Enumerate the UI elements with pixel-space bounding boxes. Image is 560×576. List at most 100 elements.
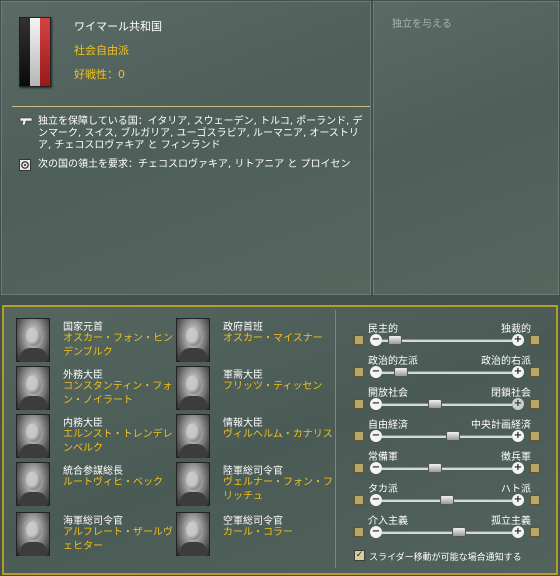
policy-slider-interventionism[interactable]: 介入主義 孤立主義 − + xyxy=(354,512,540,543)
policy-slider-left-right[interactable]: 政治的左派 政治的右派 − + xyxy=(354,352,540,383)
slider-left-box xyxy=(354,495,364,505)
plus-icon[interactable]: + xyxy=(512,462,524,474)
divider xyxy=(335,310,336,568)
minister-foreign[interactable]: 外務大臣 コンスタンティン・フォン・ノイラート xyxy=(16,366,172,412)
slider-knob[interactable] xyxy=(428,399,443,409)
slider-track[interactable] xyxy=(382,467,512,470)
minus-icon[interactable]: − xyxy=(370,430,382,442)
slider-left-label: 政治的左派 xyxy=(368,356,418,367)
minister-navy[interactable]: 海軍総司令官 アルフレート・ザールヴェヒター xyxy=(16,512,173,558)
portrait-icon xyxy=(16,512,50,556)
slider-right-label: ハト派 xyxy=(500,484,531,495)
minister-name: オスカー・マイスナー xyxy=(223,333,323,344)
pistol-icon xyxy=(19,116,33,130)
claims-text: 次の国の領土を要求：チェコスロヴァキア, リトアニア と プロイセン xyxy=(38,159,351,170)
minister-title: 軍需大臣 xyxy=(223,370,263,381)
notify-option[interactable]: ✓ スライダー移動が可能な場合通知する xyxy=(354,550,554,564)
slider-right-box xyxy=(530,495,540,505)
slider-left-label: 常備軍 xyxy=(368,452,398,463)
ideology-label: 社会自由派 xyxy=(74,44,129,57)
plus-icon[interactable]: + xyxy=(512,430,524,442)
notify-label: スライダー移動が可能な場合通知する xyxy=(369,553,522,563)
portrait-icon xyxy=(16,366,50,410)
slider-left-box xyxy=(354,399,364,409)
slider-knob[interactable] xyxy=(440,495,454,505)
minister-intelligence[interactable]: 情報大臣 ヴィルヘルム・カナリス xyxy=(176,414,333,460)
minus-icon[interactable]: − xyxy=(370,526,382,538)
plus-icon[interactable]: + xyxy=(512,366,524,378)
slider-left-box xyxy=(354,335,364,345)
slider-left-box xyxy=(354,527,364,537)
divider xyxy=(12,106,370,107)
slider-right-box xyxy=(530,431,540,441)
minister-name: ヴェルナー・フォン・フリッチュ xyxy=(223,477,333,502)
slider-right-label: 独裁的 xyxy=(501,324,531,335)
minister-title: 海軍総司令官 xyxy=(63,516,123,527)
plus-icon[interactable]: + xyxy=(512,334,524,346)
minister-title: 外務大臣 xyxy=(63,370,103,381)
minus-icon[interactable]: − xyxy=(370,398,382,410)
portrait-icon xyxy=(176,512,210,556)
minister-title: 政府首班 xyxy=(223,322,263,333)
portrait-icon xyxy=(176,318,210,362)
minister-head-of-state[interactable]: 国家元首 オスカー・フォン・ヒンデンブルク xyxy=(16,318,173,364)
slider-right-box xyxy=(530,463,540,473)
plus-icon[interactable]: + xyxy=(512,398,524,410)
slider-right-label: 孤立主義 xyxy=(491,516,531,527)
slider-knob[interactable] xyxy=(445,431,460,441)
flag-icon xyxy=(19,17,51,87)
slider-knob[interactable] xyxy=(451,527,466,537)
checkbox[interactable]: ✓ xyxy=(354,550,365,561)
minister-name: フリッツ・ティッセン xyxy=(223,381,323,392)
slider-right-label: 徴兵軍 xyxy=(501,452,531,463)
minister-army[interactable]: 陸軍総司令官 ヴェルナー・フォン・フリッチュ xyxy=(176,462,333,508)
minister-title: 内務大臣 xyxy=(63,418,103,429)
minister-name: ルートヴィヒ・ベック xyxy=(63,477,163,488)
guarantee-text: 独立を保障している国：イタリア, スウェーデン, トルコ, ポーランド, デンマ… xyxy=(38,116,363,151)
policy-slider-open-closed[interactable]: 開放社会 閉鎖社会 − + xyxy=(354,384,540,415)
policy-slider-hawk-dove[interactable]: タカ派 ハト派 − + xyxy=(354,480,540,511)
slider-left-box xyxy=(354,463,364,473)
policy-slider-economy[interactable]: 自由経済 中央計画経済 − + xyxy=(354,416,540,447)
slider-right-box xyxy=(530,399,540,409)
slider-track[interactable] xyxy=(382,403,512,406)
minus-icon[interactable]: − xyxy=(370,462,382,474)
minister-air[interactable]: 空軍総司令官 カール・コラー xyxy=(176,512,326,558)
minister-title: 陸軍総司令官 xyxy=(223,466,283,477)
slider-right-box xyxy=(530,367,540,377)
policy-slider-army[interactable]: 常備軍 徴兵軍 − + xyxy=(354,448,540,479)
portrait-icon xyxy=(176,366,210,410)
slider-left-label: タカ派 xyxy=(368,484,398,495)
policy-slider-democratic-authoritarian[interactable]: 民主的 独裁的 − + xyxy=(354,320,540,351)
minister-title: 統合参謀総長 xyxy=(63,466,123,477)
minus-icon[interactable]: − xyxy=(370,494,382,506)
minister-chief-of-staff[interactable]: 統合参謀総長 ルートヴィヒ・ベック xyxy=(16,462,166,508)
minister-title: 空軍総司令官 xyxy=(223,516,283,527)
portrait-icon xyxy=(16,462,50,506)
portrait-icon xyxy=(16,318,50,362)
grant-independence-button[interactable]: 独立を与える xyxy=(392,15,452,30)
slider-knob[interactable] xyxy=(387,335,402,345)
country-name: ワイマール共和国 xyxy=(74,20,162,33)
minus-icon[interactable]: − xyxy=(370,366,382,378)
slider-right-box xyxy=(530,527,540,537)
minus-icon[interactable]: − xyxy=(370,334,382,346)
slider-right-label: 政治的右派 xyxy=(481,356,531,367)
slider-knob[interactable] xyxy=(393,367,408,377)
minister-interior[interactable]: 内務大臣 エルンスト・トレンデレンベルク xyxy=(16,414,173,460)
minister-title: 情報大臣 xyxy=(223,418,263,429)
actions-panel xyxy=(373,1,559,295)
plus-icon[interactable]: + xyxy=(512,494,524,506)
plus-icon[interactable]: + xyxy=(512,526,524,538)
minister-name: アルフレート・ザールヴェヒター xyxy=(63,527,173,552)
minister-armament[interactable]: 軍需大臣 フリッツ・ティッセン xyxy=(176,366,326,412)
slider-right-label: 閉鎖社会 xyxy=(491,388,531,399)
minister-name: オスカー・フォン・ヒンデンブルク xyxy=(63,333,173,358)
portrait-icon xyxy=(176,462,210,506)
minister-head-of-government[interactable]: 政府首班 オスカー・マイスナー xyxy=(176,318,326,364)
claim-row: 次の国の領土を要求：チェコスロヴァキア, リトアニア と プロイセン xyxy=(19,159,367,171)
minister-title: 国家元首 xyxy=(63,322,103,333)
slider-track[interactable] xyxy=(382,531,512,534)
slider-knob[interactable] xyxy=(428,463,443,473)
minister-name: ヴィルヘルム・カナリス xyxy=(223,429,333,440)
